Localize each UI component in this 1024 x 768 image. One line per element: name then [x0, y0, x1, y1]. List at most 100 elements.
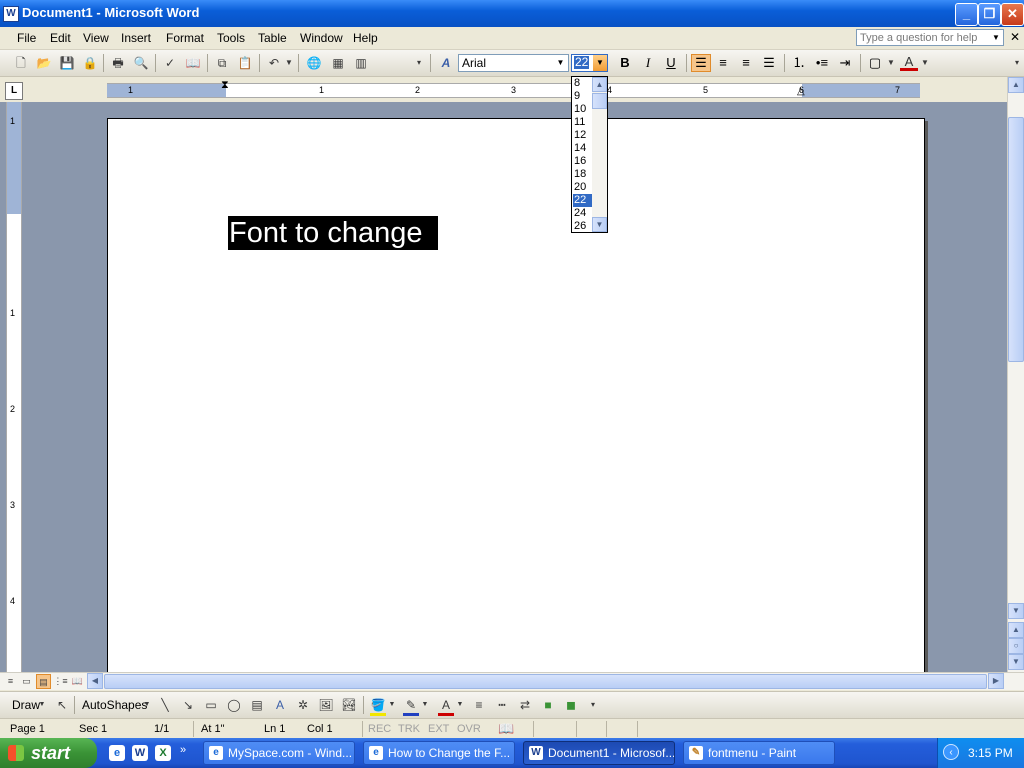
task-paint[interactable]: ✎ fontmenu - Paint	[683, 741, 835, 765]
font-size-scrollbar[interactable]: ▲ ▼	[592, 77, 607, 232]
task-myspace[interactable]: e MySpace.com - Wind...	[203, 741, 355, 765]
line-icon[interactable]: ╲	[157, 697, 173, 713]
font-size-option[interactable]: 9	[573, 90, 593, 103]
font-size-option[interactable]: 11	[573, 116, 593, 129]
right-indent-marker-icon[interactable]: △	[797, 86, 805, 97]
numbering-icon[interactable]: ⒈	[790, 55, 808, 71]
chevron-down-icon[interactable]: ▼	[456, 697, 464, 713]
restore-button[interactable]: ❐	[978, 3, 1001, 26]
indent-icon[interactable]: ⇥	[836, 55, 854, 71]
scroll-thumb[interactable]	[592, 93, 607, 109]
spelling-status-icon[interactable]: 📖	[498, 721, 514, 737]
chevron-down-icon[interactable]: ▼	[284, 55, 294, 71]
menu-window[interactable]: Window	[300, 31, 343, 45]
ie-icon[interactable]: e	[109, 745, 125, 761]
font-name-combobox[interactable]: Arial ▼	[458, 54, 569, 72]
bullets-icon[interactable]: •≡	[813, 55, 831, 71]
doc-close-button[interactable]: ✕	[1010, 30, 1020, 44]
dash-style-icon[interactable]: ┅	[494, 697, 510, 713]
scroll-up-icon[interactable]: ▲	[592, 77, 607, 92]
font-color-icon[interactable]: A	[900, 55, 918, 71]
status-ovr[interactable]: OVR	[457, 723, 481, 735]
picture-icon[interactable]: 🏞	[341, 697, 357, 713]
document-page[interactable]: Font to change	[107, 118, 925, 672]
new-document-icon[interactable]: 🗋	[13, 55, 29, 71]
show-hidden-icons-icon[interactable]: ‹	[943, 744, 959, 760]
paste-icon[interactable]: 📋	[237, 55, 253, 71]
italic-button[interactable]: I	[639, 55, 657, 71]
align-center-button[interactable]: ≡	[714, 55, 732, 71]
chevron-down-icon[interactable]: ▼	[920, 55, 930, 71]
toolbar-options-icon[interactable]: ▾	[414, 55, 424, 71]
spelling-icon[interactable]: ✓	[162, 55, 178, 71]
next-page-icon[interactable]: ▼	[1008, 654, 1024, 670]
permission-icon[interactable]: 🔒	[82, 55, 98, 71]
font-size-option[interactable]: 18	[573, 168, 593, 181]
tab-selector[interactable]: L	[5, 82, 23, 100]
autoshapes-menu-button[interactable]: AutoShapes	[82, 698, 147, 712]
font-size-option[interactable]: 20	[573, 181, 593, 194]
word-icon[interactable]: W	[132, 745, 148, 761]
menu-edit[interactable]: Edit	[50, 31, 71, 45]
font-size-option[interactable]: 14	[573, 142, 593, 155]
chevron-down-icon[interactable]: ▼	[593, 55, 607, 71]
shadow-style-icon[interactable]: ■	[540, 697, 556, 713]
fill-color-icon[interactable]: 🪣	[370, 697, 386, 716]
diagram-icon[interactable]: ✲	[295, 697, 311, 713]
font-size-option[interactable]: 26	[573, 220, 593, 232]
font-size-option[interactable]: 12	[573, 129, 593, 142]
vertical-ruler[interactable]: 1 1 2 3 4	[6, 102, 22, 672]
chevron-down-icon[interactable]: ▼	[421, 697, 429, 713]
select-objects-icon[interactable]: ↖	[54, 697, 70, 713]
line-color-icon[interactable]: ✎	[403, 697, 419, 716]
chevron-down-icon[interactable]: ▼	[388, 697, 396, 713]
print-preview-icon[interactable]: 🔍	[133, 55, 149, 71]
scroll-down-icon[interactable]: ▼	[1008, 603, 1024, 619]
print-layout-icon[interactable]: ▤	[36, 674, 51, 689]
vertical-scrollbar[interactable]: ▲ ▼ ▲ ○ ▼	[1007, 77, 1024, 672]
text-box-icon[interactable]: ▤	[249, 697, 265, 713]
chevron-down-icon[interactable]: ▼	[554, 56, 567, 70]
menu-help[interactable]: Help	[353, 31, 378, 45]
3d-style-icon[interactable]: ◼	[563, 697, 579, 713]
font-size-option-selected[interactable]: 22	[573, 194, 593, 207]
font-size-option[interactable]: 24	[573, 207, 593, 220]
reading-layout-icon[interactable]: 📖	[70, 674, 85, 689]
table-icon[interactable]: ▦	[330, 55, 346, 71]
normal-view-icon[interactable]: ≡	[3, 674, 18, 689]
chevron-down-icon[interactable]: ▼	[143, 697, 151, 713]
select-browse-object-icon[interactable]: ○	[1008, 638, 1024, 654]
line-style-icon[interactable]: ≡	[471, 697, 487, 713]
scroll-left-icon[interactable]: ◀	[87, 673, 103, 689]
bold-button[interactable]: B	[616, 55, 634, 71]
font-size-option[interactable]: 10	[573, 103, 593, 116]
quick-launch-more-icon[interactable]: »	[180, 744, 186, 756]
scroll-up-icon[interactable]: ▲	[1008, 77, 1024, 93]
scroll-thumb[interactable]	[104, 674, 987, 689]
menu-table[interactable]: Table	[258, 31, 287, 45]
close-button[interactable]: ✕	[1001, 3, 1024, 26]
styles-icon[interactable]: A	[438, 55, 454, 71]
research-icon[interactable]: 📖	[185, 55, 201, 71]
menu-file[interactable]: File	[17, 31, 36, 45]
toolbar-options-icon[interactable]: ▾	[588, 697, 598, 713]
font-size-dropdown-list[interactable]: 8 9 10 11 12 14 16 18 20 22 24 26 ▲ ▼	[571, 76, 608, 233]
font-size-option[interactable]: 8	[573, 77, 593, 90]
chevron-down-icon[interactable]: ▼	[886, 55, 896, 71]
align-right-button[interactable]: ≡	[737, 55, 755, 71]
underline-button[interactable]: U	[662, 55, 680, 71]
outline-view-icon[interactable]: ⋮≡	[53, 674, 68, 689]
rectangle-icon[interactable]: ▭	[203, 697, 219, 713]
menu-tools[interactable]: Tools	[217, 31, 245, 45]
copy-icon[interactable]: ⧉	[214, 55, 230, 71]
scroll-thumb[interactable]	[1008, 117, 1024, 362]
arrow-icon[interactable]: ↘	[180, 697, 196, 713]
open-folder-icon[interactable]: 📂	[36, 55, 52, 71]
selected-text[interactable]: Font to change	[228, 216, 439, 250]
scroll-down-icon[interactable]: ▼	[592, 217, 607, 232]
excel-icon[interactable]: X	[155, 745, 171, 761]
save-icon[interactable]: 💾	[59, 55, 75, 71]
undo-icon[interactable]: ↶	[266, 55, 282, 71]
hyperlink-icon[interactable]: 🌐	[306, 55, 322, 71]
oval-icon[interactable]: ◯	[226, 697, 242, 713]
